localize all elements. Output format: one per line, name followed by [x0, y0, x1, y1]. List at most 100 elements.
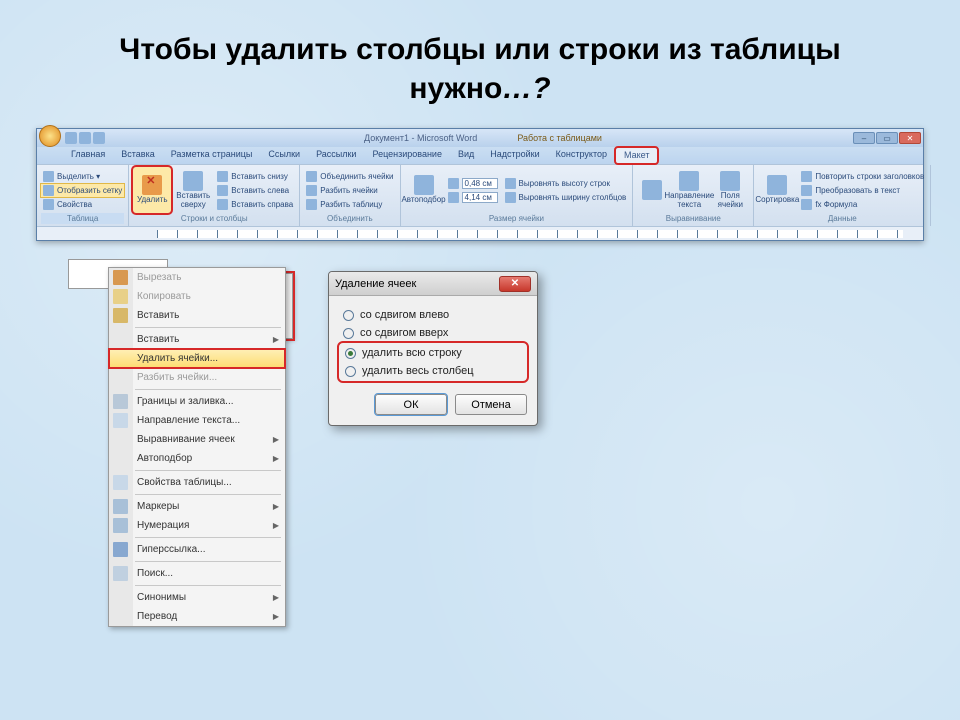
height-icon [448, 178, 459, 189]
show-grid-button[interactable]: Отобразить сетку [41, 184, 124, 197]
link-icon [113, 542, 128, 557]
search-icon [113, 566, 128, 581]
border-icon [113, 394, 128, 409]
select-button[interactable]: Выделить ▾ [41, 170, 124, 183]
tab-pagelayout[interactable]: Разметка страницы [163, 147, 261, 164]
group-table-label: Таблица [41, 213, 124, 224]
sort-icon [767, 175, 787, 195]
convert-text-button[interactable]: Преобразовать в текст [799, 184, 926, 197]
ctx-autofit[interactable]: Автоподбор▶ [109, 449, 285, 468]
ctx-hyperlink[interactable]: Гиперссылка... [109, 540, 285, 559]
col-width-input[interactable]: 4,14 см [462, 192, 498, 203]
numbering-icon [113, 518, 128, 533]
text-direction-button[interactable]: Направление текста [670, 167, 708, 213]
insert-above-button[interactable]: Вставить сверху [174, 167, 212, 213]
radio-delete-col[interactable]: удалить весь столбец [341, 362, 525, 380]
distribute-rows-button[interactable]: Выровнять высоту строк [503, 177, 629, 190]
qat-redo-icon[interactable] [93, 132, 105, 144]
highlighted-radios: удалить всю строку удалить весь столбец [339, 343, 527, 381]
context-tab-label: Работа с таблицами [517, 133, 602, 143]
radio-shift-up[interactable]: со сдвигом вверх [339, 324, 527, 342]
chevron-right-icon: ▶ [273, 612, 279, 621]
ctx-delete-cells[interactable]: Удалить ячейки... [109, 349, 285, 368]
ctx-split[interactable]: Разбить ячейки... [109, 368, 285, 387]
ctx-table-props[interactable]: Свойства таблицы... [109, 473, 285, 492]
radio-delete-row[interactable]: удалить всю строку [341, 344, 525, 362]
delete-button[interactable]: Удалить [133, 167, 171, 213]
ctx-insert[interactable]: Вставить▶ [109, 330, 285, 349]
ctx-synonyms[interactable]: Синонимы▶ [109, 588, 285, 607]
split-icon [306, 185, 317, 196]
ctx-search[interactable]: Поиск... [109, 564, 285, 583]
radio-shift-left[interactable]: со сдвигом влево [339, 306, 527, 324]
tab-references[interactable]: Ссылки [260, 147, 308, 164]
ctx-paste[interactable]: Вставить [109, 306, 285, 325]
titlebar: Документ1 - Microsoft Word Работа с табл… [37, 129, 923, 147]
insert-left-button[interactable]: Вставить слева [215, 184, 295, 197]
qat-save-icon[interactable] [65, 132, 77, 144]
distribute-cols-button[interactable]: Выровнять ширину столбцов [503, 191, 629, 204]
ctx-bullets[interactable]: Маркеры▶ [109, 497, 285, 516]
radio-icon [345, 348, 356, 359]
properties-icon [43, 199, 54, 210]
align-grid-icon [642, 180, 662, 200]
insert-below-icon [217, 171, 228, 182]
ctx-direction[interactable]: Направление текста... [109, 411, 285, 430]
group-cellsize: Автоподбор 0,48 см 4,14 см Выровнять выс… [401, 165, 634, 226]
slide-title: Чтобы удалить столбцы или строки из табл… [0, 0, 960, 128]
copy-icon [113, 289, 128, 304]
office-button[interactable] [39, 125, 61, 147]
cell-margins-button[interactable]: Поля ячейки [711, 167, 749, 213]
insert-below-button[interactable]: Вставить снизу [215, 170, 295, 183]
ctx-cut[interactable]: Вырезать [109, 268, 285, 287]
dialog-title: Удаление ячеек [335, 278, 416, 290]
row-height-input[interactable]: 0,48 см [462, 178, 498, 189]
dialog-titlebar: Удаление ячеек ✕ [329, 272, 537, 296]
ctx-borders[interactable]: Границы и заливка... [109, 392, 285, 411]
tab-review[interactable]: Рецензирование [364, 147, 450, 164]
cancel-button[interactable]: Отмена [455, 394, 527, 415]
align-grid[interactable] [637, 167, 667, 213]
autofit-button[interactable]: Автоподбор [405, 167, 443, 213]
maximize-button[interactable]: ▭ [876, 132, 898, 144]
ctx-sep [135, 494, 281, 495]
split-cells-button[interactable]: Разбить ячейки [304, 184, 395, 197]
properties-button[interactable]: Свойства [41, 198, 124, 211]
formula-button[interactable]: fx Формула [799, 198, 926, 211]
merge-cells-button[interactable]: Объединить ячейки [304, 170, 395, 183]
group-align-label: Выравнивание [637, 213, 749, 224]
context-menu-wrap: Вырезать Копировать Вставить Вставить▶ У… [68, 259, 288, 579]
insert-right-button[interactable]: Вставить справа [215, 198, 295, 211]
col-width: 4,14 см [446, 191, 500, 204]
minimize-button[interactable]: – [853, 132, 875, 144]
sort-button[interactable]: Сортировка [758, 167, 796, 213]
word-window: Документ1 - Microsoft Word Работа с табл… [36, 128, 924, 241]
ctx-numbering[interactable]: Нумерация▶ [109, 516, 285, 535]
chevron-right-icon: ▶ [273, 335, 279, 344]
group-table: Выделить ▾ Отобразить сетку Свойства Таб… [37, 165, 129, 226]
dialog-close-button[interactable]: ✕ [499, 276, 531, 292]
slide-title-text: Чтобы удалить столбцы или строки из табл… [119, 33, 840, 105]
tab-mailings[interactable]: Рассылки [308, 147, 364, 164]
ctx-copy[interactable]: Копировать [109, 287, 285, 306]
ok-button[interactable]: ОК [375, 394, 447, 415]
tab-layout[interactable]: Макет [615, 147, 658, 164]
tab-insert[interactable]: Вставка [113, 147, 162, 164]
tab-design[interactable]: Конструктор [548, 147, 615, 164]
tab-addins[interactable]: Надстройки [482, 147, 547, 164]
autofit-icon [414, 175, 434, 195]
split-table-button[interactable]: Разбить таблицу [304, 198, 395, 211]
delete-icon [142, 175, 162, 195]
repeat-headers-button[interactable]: Повторить строки заголовков [799, 170, 926, 183]
close-button[interactable]: ✕ [899, 132, 921, 144]
ruler [37, 226, 923, 240]
paste-icon [113, 308, 128, 323]
doc-title: Документ1 - Microsoft Word [364, 133, 477, 143]
tab-view[interactable]: Вид [450, 147, 482, 164]
ctx-align[interactable]: Выравнивание ячеек▶ [109, 430, 285, 449]
qat-undo-icon[interactable] [79, 132, 91, 144]
ctx-translate[interactable]: Перевод▶ [109, 607, 285, 626]
ribbon: Выделить ▾ Отобразить сетку Свойства Таб… [37, 164, 923, 226]
dist-rows-icon [505, 178, 516, 189]
tab-home[interactable]: Главная [63, 147, 113, 164]
